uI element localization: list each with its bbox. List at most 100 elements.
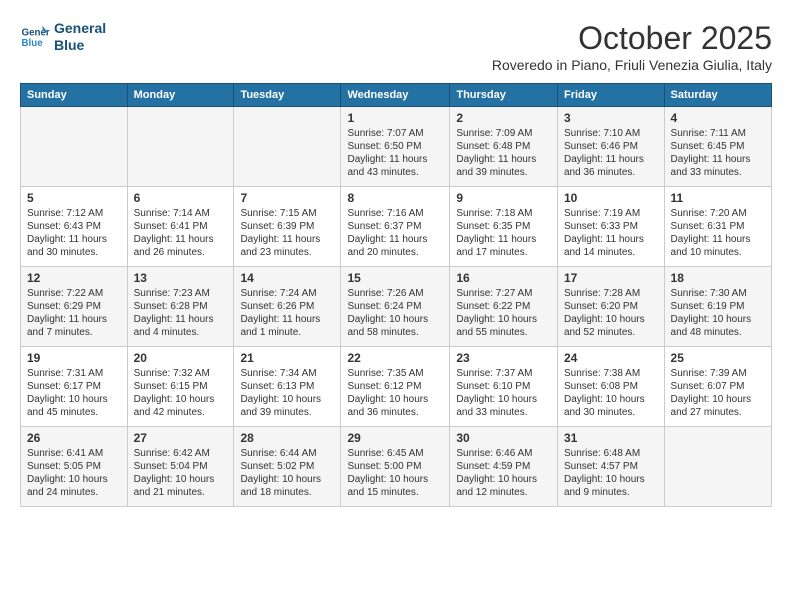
day-info: Sunrise: 7:20 AMSunset: 6:31 PMDaylight:… [671, 207, 765, 259]
logo: General Blue General Blue [20, 20, 106, 54]
calendar-cell: 23 Sunrise: 7:37 AMSunset: 6:10 PMDaylig… [450, 347, 558, 427]
day-number: 12 [27, 271, 121, 285]
day-info: Sunrise: 6:41 AMSunset: 5:05 PMDaylight:… [27, 447, 121, 499]
location-subtitle: Roveredo in Piano, Friuli Venezia Giulia… [492, 57, 772, 73]
day-info: Sunrise: 7:09 AMSunset: 6:48 PMDaylight:… [456, 127, 551, 179]
day-info: Sunrise: 7:23 AMSunset: 6:28 PMDaylight:… [134, 287, 228, 339]
calendar-cell: 11 Sunrise: 7:20 AMSunset: 6:31 PMDaylig… [664, 187, 771, 267]
day-number: 8 [347, 191, 443, 205]
day-number: 21 [240, 351, 334, 365]
calendar-header-monday: Monday [127, 84, 234, 107]
day-number: 3 [564, 111, 658, 125]
calendar-cell: 10 Sunrise: 7:19 AMSunset: 6:33 PMDaylig… [558, 187, 665, 267]
day-info: Sunrise: 7:11 AMSunset: 6:45 PMDaylight:… [671, 127, 765, 179]
day-info: Sunrise: 7:22 AMSunset: 6:29 PMDaylight:… [27, 287, 121, 339]
day-number: 29 [347, 431, 443, 445]
calendar-cell: 17 Sunrise: 7:28 AMSunset: 6:20 PMDaylig… [558, 267, 665, 347]
day-info: Sunrise: 7:14 AMSunset: 6:41 PMDaylight:… [134, 207, 228, 259]
day-info: Sunrise: 7:37 AMSunset: 6:10 PMDaylight:… [456, 367, 551, 419]
day-number: 11 [671, 191, 765, 205]
day-number: 18 [671, 271, 765, 285]
day-number: 9 [456, 191, 551, 205]
calendar-week-row: 1 Sunrise: 7:07 AMSunset: 6:50 PMDayligh… [21, 107, 772, 187]
day-number: 25 [671, 351, 765, 365]
calendar-cell: 8 Sunrise: 7:16 AMSunset: 6:37 PMDayligh… [341, 187, 450, 267]
day-info: Sunrise: 6:45 AMSunset: 5:00 PMDaylight:… [347, 447, 443, 499]
day-number: 16 [456, 271, 551, 285]
calendar-cell: 18 Sunrise: 7:30 AMSunset: 6:19 PMDaylig… [664, 267, 771, 347]
day-info: Sunrise: 7:38 AMSunset: 6:08 PMDaylight:… [564, 367, 658, 419]
calendar-cell: 24 Sunrise: 7:38 AMSunset: 6:08 PMDaylig… [558, 347, 665, 427]
day-number: 22 [347, 351, 443, 365]
day-number: 5 [27, 191, 121, 205]
calendar-cell: 29 Sunrise: 6:45 AMSunset: 5:00 PMDaylig… [341, 427, 450, 507]
day-info: Sunrise: 6:46 AMSunset: 4:59 PMDaylight:… [456, 447, 551, 499]
day-number: 20 [134, 351, 228, 365]
calendar-cell: 21 Sunrise: 7:34 AMSunset: 6:13 PMDaylig… [234, 347, 341, 427]
calendar-cell: 3 Sunrise: 7:10 AMSunset: 6:46 PMDayligh… [558, 107, 665, 187]
day-number: 31 [564, 431, 658, 445]
calendar-cell: 20 Sunrise: 7:32 AMSunset: 6:15 PMDaylig… [127, 347, 234, 427]
day-number: 2 [456, 111, 551, 125]
day-info: Sunrise: 7:15 AMSunset: 6:39 PMDaylight:… [240, 207, 334, 259]
calendar-cell: 2 Sunrise: 7:09 AMSunset: 6:48 PMDayligh… [450, 107, 558, 187]
day-number: 14 [240, 271, 334, 285]
calendar-cell: 14 Sunrise: 7:24 AMSunset: 6:26 PMDaylig… [234, 267, 341, 347]
logo-icon: General Blue [20, 22, 50, 52]
day-info: Sunrise: 7:19 AMSunset: 6:33 PMDaylight:… [564, 207, 658, 259]
calendar-cell [234, 107, 341, 187]
day-number: 19 [27, 351, 121, 365]
day-number: 28 [240, 431, 334, 445]
day-number: 1 [347, 111, 443, 125]
calendar-cell: 9 Sunrise: 7:18 AMSunset: 6:35 PMDayligh… [450, 187, 558, 267]
calendar-header-tuesday: Tuesday [234, 84, 341, 107]
day-number: 27 [134, 431, 228, 445]
calendar-header-row: SundayMondayTuesdayWednesdayThursdayFrid… [21, 84, 772, 107]
calendar-header-thursday: Thursday [450, 84, 558, 107]
day-number: 6 [134, 191, 228, 205]
svg-text:General: General [22, 27, 51, 38]
day-info: Sunrise: 6:42 AMSunset: 5:04 PMDaylight:… [134, 447, 228, 499]
month-title: October 2025 [492, 20, 772, 57]
day-number: 23 [456, 351, 551, 365]
day-number: 26 [27, 431, 121, 445]
calendar-cell: 13 Sunrise: 7:23 AMSunset: 6:28 PMDaylig… [127, 267, 234, 347]
calendar-cell: 5 Sunrise: 7:12 AMSunset: 6:43 PMDayligh… [21, 187, 128, 267]
calendar-cell: 31 Sunrise: 6:48 AMSunset: 4:57 PMDaylig… [558, 427, 665, 507]
logo-text: General Blue [54, 20, 106, 54]
calendar-cell [664, 427, 771, 507]
day-info: Sunrise: 7:10 AMSunset: 6:46 PMDaylight:… [564, 127, 658, 179]
day-info: Sunrise: 7:30 AMSunset: 6:19 PMDaylight:… [671, 287, 765, 339]
calendar-cell: 25 Sunrise: 7:39 AMSunset: 6:07 PMDaylig… [664, 347, 771, 427]
calendar-cell: 7 Sunrise: 7:15 AMSunset: 6:39 PMDayligh… [234, 187, 341, 267]
day-info: Sunrise: 7:27 AMSunset: 6:22 PMDaylight:… [456, 287, 551, 339]
day-info: Sunrise: 7:24 AMSunset: 6:26 PMDaylight:… [240, 287, 334, 339]
day-number: 17 [564, 271, 658, 285]
calendar-cell: 1 Sunrise: 7:07 AMSunset: 6:50 PMDayligh… [341, 107, 450, 187]
calendar-header-saturday: Saturday [664, 84, 771, 107]
day-info: Sunrise: 7:12 AMSunset: 6:43 PMDaylight:… [27, 207, 121, 259]
svg-text:Blue: Blue [22, 38, 44, 49]
day-info: Sunrise: 6:44 AMSunset: 5:02 PMDaylight:… [240, 447, 334, 499]
day-info: Sunrise: 7:26 AMSunset: 6:24 PMDaylight:… [347, 287, 443, 339]
day-number: 10 [564, 191, 658, 205]
calendar-cell: 12 Sunrise: 7:22 AMSunset: 6:29 PMDaylig… [21, 267, 128, 347]
calendar-cell: 15 Sunrise: 7:26 AMSunset: 6:24 PMDaylig… [341, 267, 450, 347]
day-info: Sunrise: 7:31 AMSunset: 6:17 PMDaylight:… [27, 367, 121, 419]
calendar-cell: 27 Sunrise: 6:42 AMSunset: 5:04 PMDaylig… [127, 427, 234, 507]
day-number: 7 [240, 191, 334, 205]
day-info: Sunrise: 7:39 AMSunset: 6:07 PMDaylight:… [671, 367, 765, 419]
calendar-table: SundayMondayTuesdayWednesdayThursdayFrid… [20, 83, 772, 507]
calendar-cell: 19 Sunrise: 7:31 AMSunset: 6:17 PMDaylig… [21, 347, 128, 427]
calendar-cell: 6 Sunrise: 7:14 AMSunset: 6:41 PMDayligh… [127, 187, 234, 267]
day-info: Sunrise: 7:18 AMSunset: 6:35 PMDaylight:… [456, 207, 551, 259]
day-info: Sunrise: 7:35 AMSunset: 6:12 PMDaylight:… [347, 367, 443, 419]
calendar-header-sunday: Sunday [21, 84, 128, 107]
calendar-week-row: 26 Sunrise: 6:41 AMSunset: 5:05 PMDaylig… [21, 427, 772, 507]
day-info: Sunrise: 7:16 AMSunset: 6:37 PMDaylight:… [347, 207, 443, 259]
calendar-cell [21, 107, 128, 187]
calendar-cell: 4 Sunrise: 7:11 AMSunset: 6:45 PMDayligh… [664, 107, 771, 187]
day-number: 15 [347, 271, 443, 285]
calendar-header-friday: Friday [558, 84, 665, 107]
calendar-cell: 22 Sunrise: 7:35 AMSunset: 6:12 PMDaylig… [341, 347, 450, 427]
